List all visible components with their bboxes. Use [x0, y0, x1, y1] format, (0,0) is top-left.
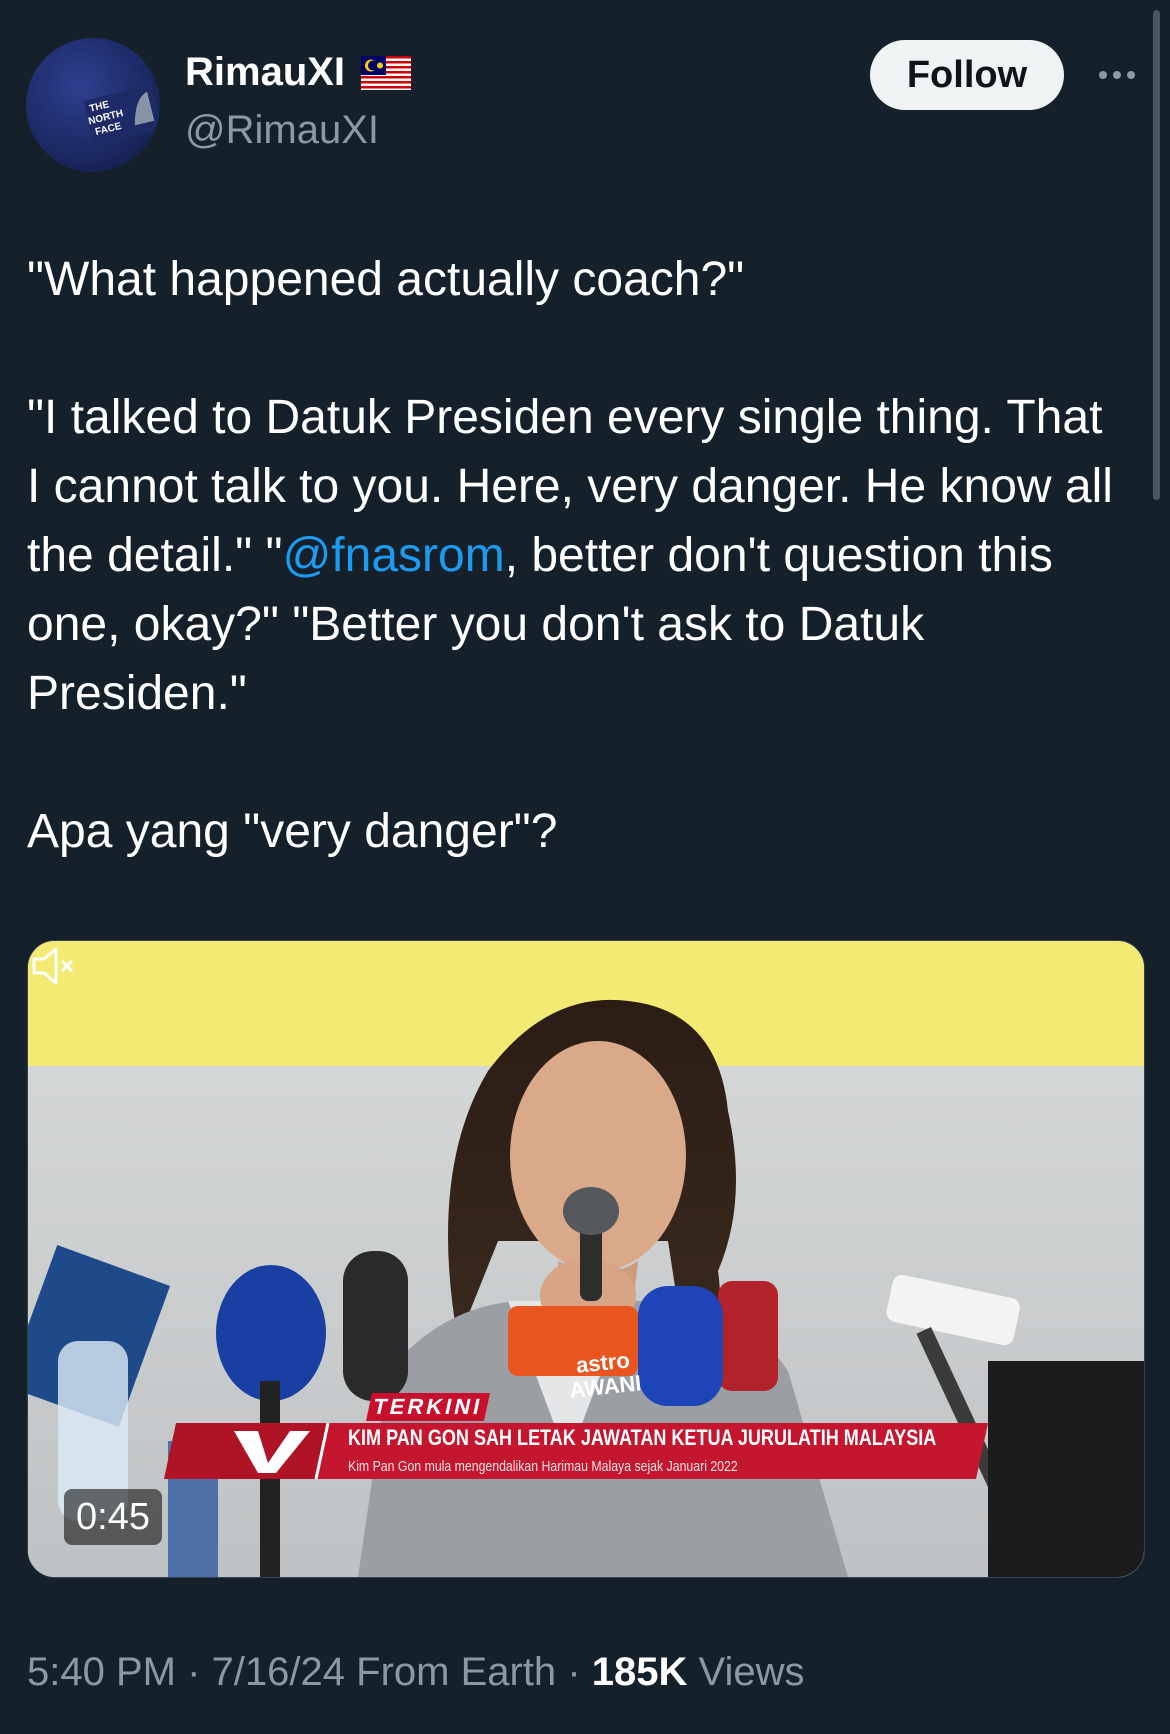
views-label: Views	[698, 1650, 805, 1694]
tweet-paragraph-2: "I talked to Datuk Presiden every single…	[27, 383, 1127, 728]
tweet-line-3: Apa yang "very danger"?	[27, 805, 558, 858]
ticker-headline: KIM PAN GON SAH LETAK JAWATAN KETUA JURU…	[348, 1425, 937, 1450]
tweet-meta: 5:40 PM · 7/16/24 From Earth · 185K View…	[27, 1650, 805, 1695]
follow-button[interactable]: Follow	[870, 40, 1064, 110]
video-duration: 0:45	[64, 1489, 162, 1545]
views-count: 185K	[591, 1650, 688, 1694]
author-handle[interactable]: @RimauXI	[185, 108, 379, 153]
mention-link[interactable]: @fnasrom	[283, 529, 505, 582]
cap-logo-icon: THE NORTH FACE	[83, 84, 160, 146]
malaysia-flag-icon	[361, 55, 412, 90]
tweet-source: From Earth	[356, 1650, 557, 1694]
display-name-text: RimauXI	[185, 50, 346, 94]
dot	[1099, 71, 1107, 79]
video-player[interactable]: TERKINI KIM PAN GON SAH LETAK JAWATAN KE…	[27, 940, 1145, 1578]
author-avatar[interactable]: THE NORTH FACE	[26, 38, 160, 172]
dot	[1127, 71, 1135, 79]
tweet-time[interactable]: 5:40 PM	[27, 1650, 176, 1694]
dot	[1113, 71, 1121, 79]
tweet-date[interactable]: 7/16/24	[212, 1650, 345, 1694]
ticker-subheadline: Kim Pan Gon mula mengendalikan Harimau M…	[348, 1457, 738, 1475]
author-display-name[interactable]: RimauXI	[185, 50, 412, 95]
mute-icon[interactable]	[28, 941, 78, 991]
tweet-line-1: "What happened actually coach?"	[27, 253, 745, 306]
mic-flag-label: astro AWANI	[568, 1347, 643, 1403]
more-options-icon[interactable]	[1092, 58, 1142, 92]
scrollbar[interactable]	[1153, 10, 1160, 500]
separator: ·	[567, 1650, 581, 1694]
separator: ·	[187, 1650, 201, 1694]
tweet-text: "What happened actually coach?" "I talke…	[27, 245, 1127, 866]
video-frame	[28, 941, 1144, 1577]
ticker-tag: TERKINI	[366, 1393, 490, 1421]
